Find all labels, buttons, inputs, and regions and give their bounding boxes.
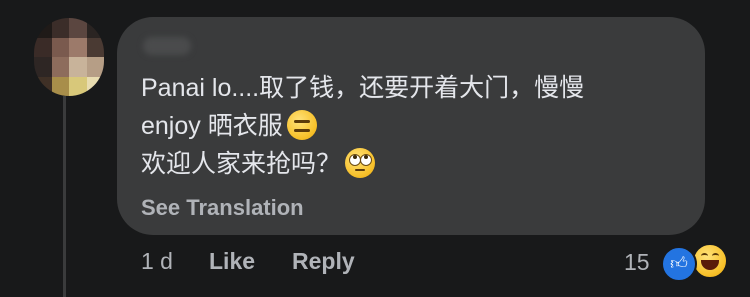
commenter-name-blurred[interactable] <box>143 37 191 55</box>
comment-text: Panai lo....取了钱，还要开着大门，慢慢 enjoy 晒衣服 欢迎人家… <box>141 69 701 183</box>
face-with-rolling-eyes-icon <box>345 148 376 178</box>
like-button[interactable]: Like <box>209 248 255 275</box>
see-translation-link[interactable]: See Translation <box>141 195 304 221</box>
comment-timestamp[interactable]: 1 d <box>141 248 173 275</box>
like-reaction-icon: 👍︎ <box>661 246 697 282</box>
expressionless-face-icon <box>286 110 317 140</box>
comment-line-3-text: 欢迎人家来抢吗？ <box>141 150 342 178</box>
haha-reaction-icon <box>692 243 728 279</box>
reply-button[interactable]: Reply <box>292 248 355 275</box>
reaction-count: 15 <box>624 249 650 275</box>
comment-line-1: Panai lo....取了钱，还要开着大门，慢慢 <box>141 74 585 102</box>
comment-bubble: Panai lo....取了钱，还要开着大门，慢慢 enjoy 晒衣服 欢迎人家… <box>117 17 705 235</box>
thread-line <box>63 96 66 297</box>
avatar[interactable] <box>34 18 104 96</box>
comment-line-2: enjoy 晒衣服 <box>141 107 701 145</box>
comment-line-3: 欢迎人家来抢吗？ <box>141 145 701 183</box>
comment-line-2-text: enjoy 晒衣服 <box>141 112 283 140</box>
